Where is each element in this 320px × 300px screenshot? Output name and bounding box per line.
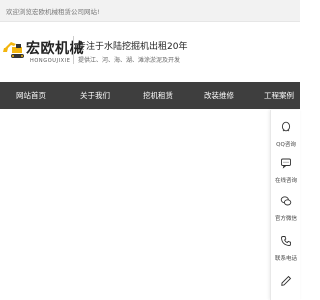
wechat-icon [280,196,292,206]
top-bar: 欢迎浏览宏欧机械租赁公司网站! [0,0,300,22]
nav-item-rental[interactable]: 挖机租赁 [143,82,173,109]
float-phone-button[interactable]: 联系电话 [271,230,301,268]
nav-item-home[interactable]: 网站首页 [16,82,46,109]
float-wechat-label: 官方微信 [274,216,297,222]
float-qq-label: QQ咨询 [276,142,296,148]
floating-contact-bar: QQ咨询 在线咨询 官方微信 联系电话 [270,110,300,300]
nav-item-repair[interactable]: 改装维修 [204,82,234,109]
float-chat-label: 在线咨询 [274,178,297,184]
header-divider [73,36,74,64]
float-edit-button[interactable] [271,270,301,300]
nav-item-about[interactable]: 关于我们 [80,82,110,109]
slogan: 专注于水陆挖掘机出租20年 [77,42,188,52]
welcome-text: 欢迎浏览宏欧机械租赁公司网站! [6,8,100,16]
float-qq-button[interactable]: QQ咨询 [271,116,301,154]
chat-icon [281,158,291,169]
nav-item-cases[interactable]: 工程案例 [264,82,294,109]
edit-icon [281,275,292,286]
float-phone-label: 联系电话 [274,256,297,262]
phone-icon [281,236,291,246]
float-chat-button[interactable]: 在线咨询 [271,152,301,190]
brand-name-en: HONGOUJIXIE [30,58,71,64]
brand-name[interactable]: 宏欧机械 [26,38,84,58]
excavator-logo-icon[interactable] [2,38,26,60]
slogan-subtitle: 提供江、河、海、湖、滩涂淤泥及开发 [78,57,181,64]
main-nav: 网站首页 关于我们 挖机租赁 改装维修 工程案例 [0,82,300,109]
float-wechat-button[interactable]: 官方微信 [271,190,301,228]
qq-icon [281,121,291,132]
